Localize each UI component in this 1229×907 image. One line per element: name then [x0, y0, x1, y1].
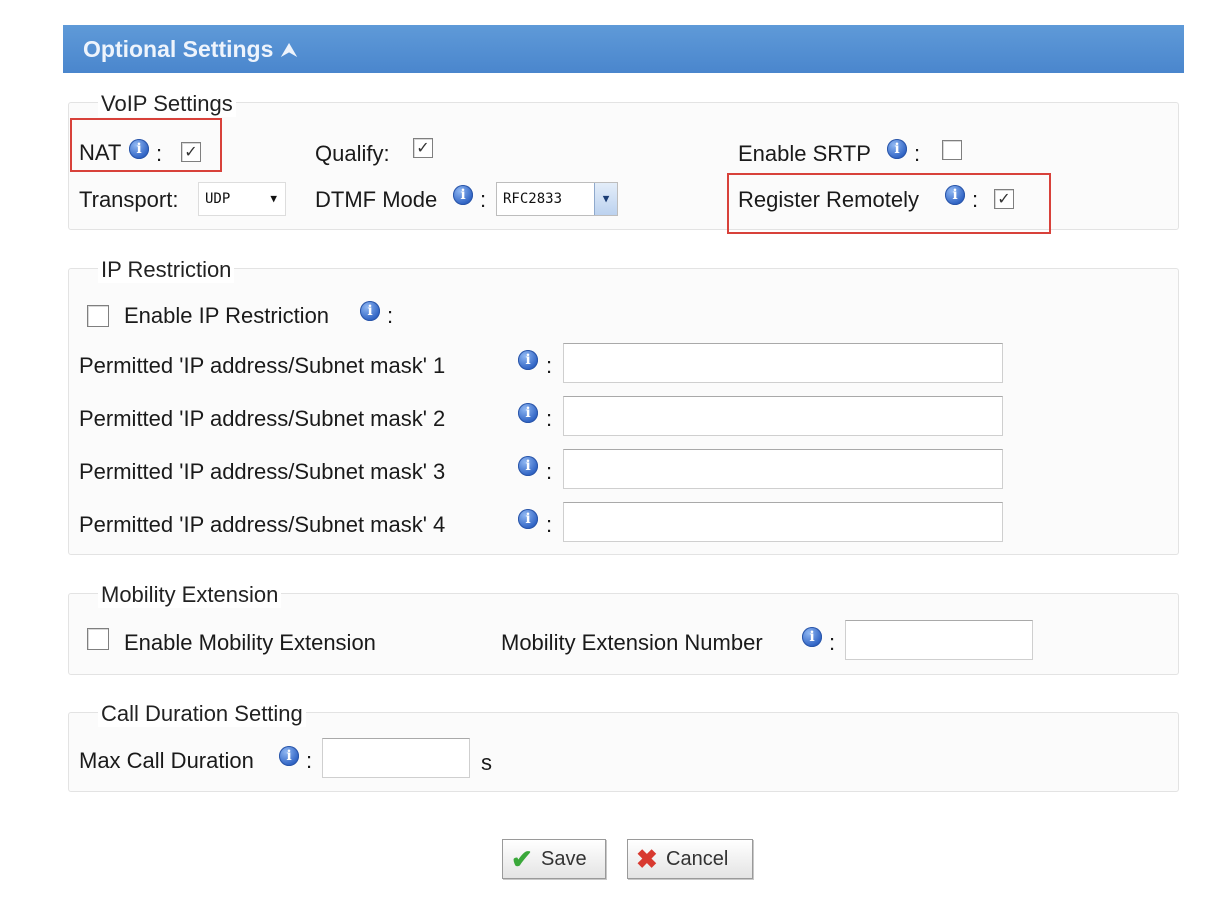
max-call-duration-label: Max Call Duration — [79, 748, 254, 773]
mobility-extension-number-input[interactable] — [845, 620, 1033, 660]
mobility-extension-number-info-icon[interactable]: i — [802, 627, 822, 647]
dropdown-arrow-icon: ▼ — [270, 192, 277, 205]
dtmf-colon: : — [480, 187, 487, 212]
permitted-ip-colon-4: : — [546, 512, 553, 537]
permitted-ip-label-1: Permitted 'IP address/Subnet mask' 1 — [79, 353, 446, 378]
mobility-extension-number-colon: : — [829, 630, 836, 655]
permitted-ip-label-4: Permitted 'IP address/Subnet mask' 4 — [79, 512, 446, 537]
cancel-button-label: Cancel — [666, 848, 729, 870]
max-call-duration-unit: s — [481, 750, 492, 775]
dtmf-info-icon[interactable]: i — [453, 185, 473, 205]
cancel-button[interactable]: ✖ Cancel — [627, 839, 753, 879]
permitted-ip-input-3[interactable] — [563, 449, 1003, 489]
srtp-label: Enable SRTP — [738, 141, 871, 166]
transport-select[interactable]: UDP ▼ — [198, 182, 286, 216]
collapse-chevron-icon[interactable]: ⮝ — [281, 40, 296, 60]
enable-mobility-extension-checkbox[interactable] — [87, 628, 109, 650]
ip-restriction-legend: IP Restriction — [98, 257, 235, 283]
qualify-checkbox[interactable]: ✓ — [413, 138, 433, 158]
permitted-ip-colon-2: : — [546, 406, 553, 431]
register-remotely-highlight-box — [727, 173, 1051, 234]
permitted-ip-input-2[interactable] — [563, 396, 1003, 436]
srtp-checkbox[interactable] — [942, 140, 962, 160]
max-call-duration-input[interactable] — [322, 738, 470, 778]
permitted-ip-input-4[interactable] — [563, 502, 1003, 542]
srtp-info-icon[interactable]: i — [887, 139, 907, 159]
max-call-duration-info-icon[interactable]: i — [279, 746, 299, 766]
call-duration-legend: Call Duration Setting — [98, 701, 306, 727]
dtmf-select[interactable]: RFC2833 ▼ — [496, 182, 618, 216]
enable-ip-restriction-label: Enable IP Restriction — [124, 303, 330, 328]
optional-settings-header[interactable]: Optional Settings ⮝ — [63, 25, 1184, 73]
enable-mobility-extension-label: Enable Mobility Extension — [124, 630, 376, 655]
nat-highlight-box — [70, 118, 222, 172]
enable-ip-restriction-checkbox[interactable] — [87, 305, 109, 327]
transport-label: Transport: — [79, 187, 179, 212]
permitted-ip-info-icon-2[interactable]: i — [518, 403, 538, 423]
dtmf-value: RFC2833 — [503, 191, 563, 207]
voip-settings-legend: VoIP Settings — [98, 91, 236, 117]
permitted-ip-input-1[interactable] — [563, 343, 1003, 383]
enable-ip-restriction-info-icon[interactable]: i — [360, 301, 380, 321]
permitted-ip-label-3: Permitted 'IP address/Subnet mask' 3 — [79, 459, 446, 484]
permitted-ip-info-icon-4[interactable]: i — [518, 509, 538, 529]
permitted-ip-colon-3: : — [546, 459, 553, 484]
max-call-duration-colon: : — [306, 748, 313, 773]
dropdown-arrow-icon[interactable]: ▼ — [594, 183, 617, 215]
permitted-ip-label-2: Permitted 'IP address/Subnet mask' 2 — [79, 406, 446, 431]
permitted-ip-info-icon-1[interactable]: i — [518, 350, 538, 370]
mobility-extension-number-label: Mobility Extension Number — [501, 630, 763, 655]
permitted-ip-info-icon-3[interactable]: i — [518, 456, 538, 476]
save-button-label: Save — [541, 848, 587, 870]
x-icon: ✖ — [636, 844, 658, 874]
enable-ip-restriction-colon: : — [387, 303, 394, 328]
permitted-ip-colon-1: : — [546, 353, 553, 378]
checkmark-icon: ✔ — [511, 844, 533, 874]
dtmf-label: DTMF Mode — [315, 187, 438, 212]
transport-value: UDP — [205, 191, 231, 207]
srtp-colon: : — [914, 141, 921, 166]
optional-settings-title: Optional Settings — [83, 36, 274, 62]
mobility-extension-legend: Mobility Extension — [98, 582, 282, 608]
save-button[interactable]: ✔ Save — [502, 839, 606, 879]
qualify-label: Qualify: — [315, 141, 390, 166]
